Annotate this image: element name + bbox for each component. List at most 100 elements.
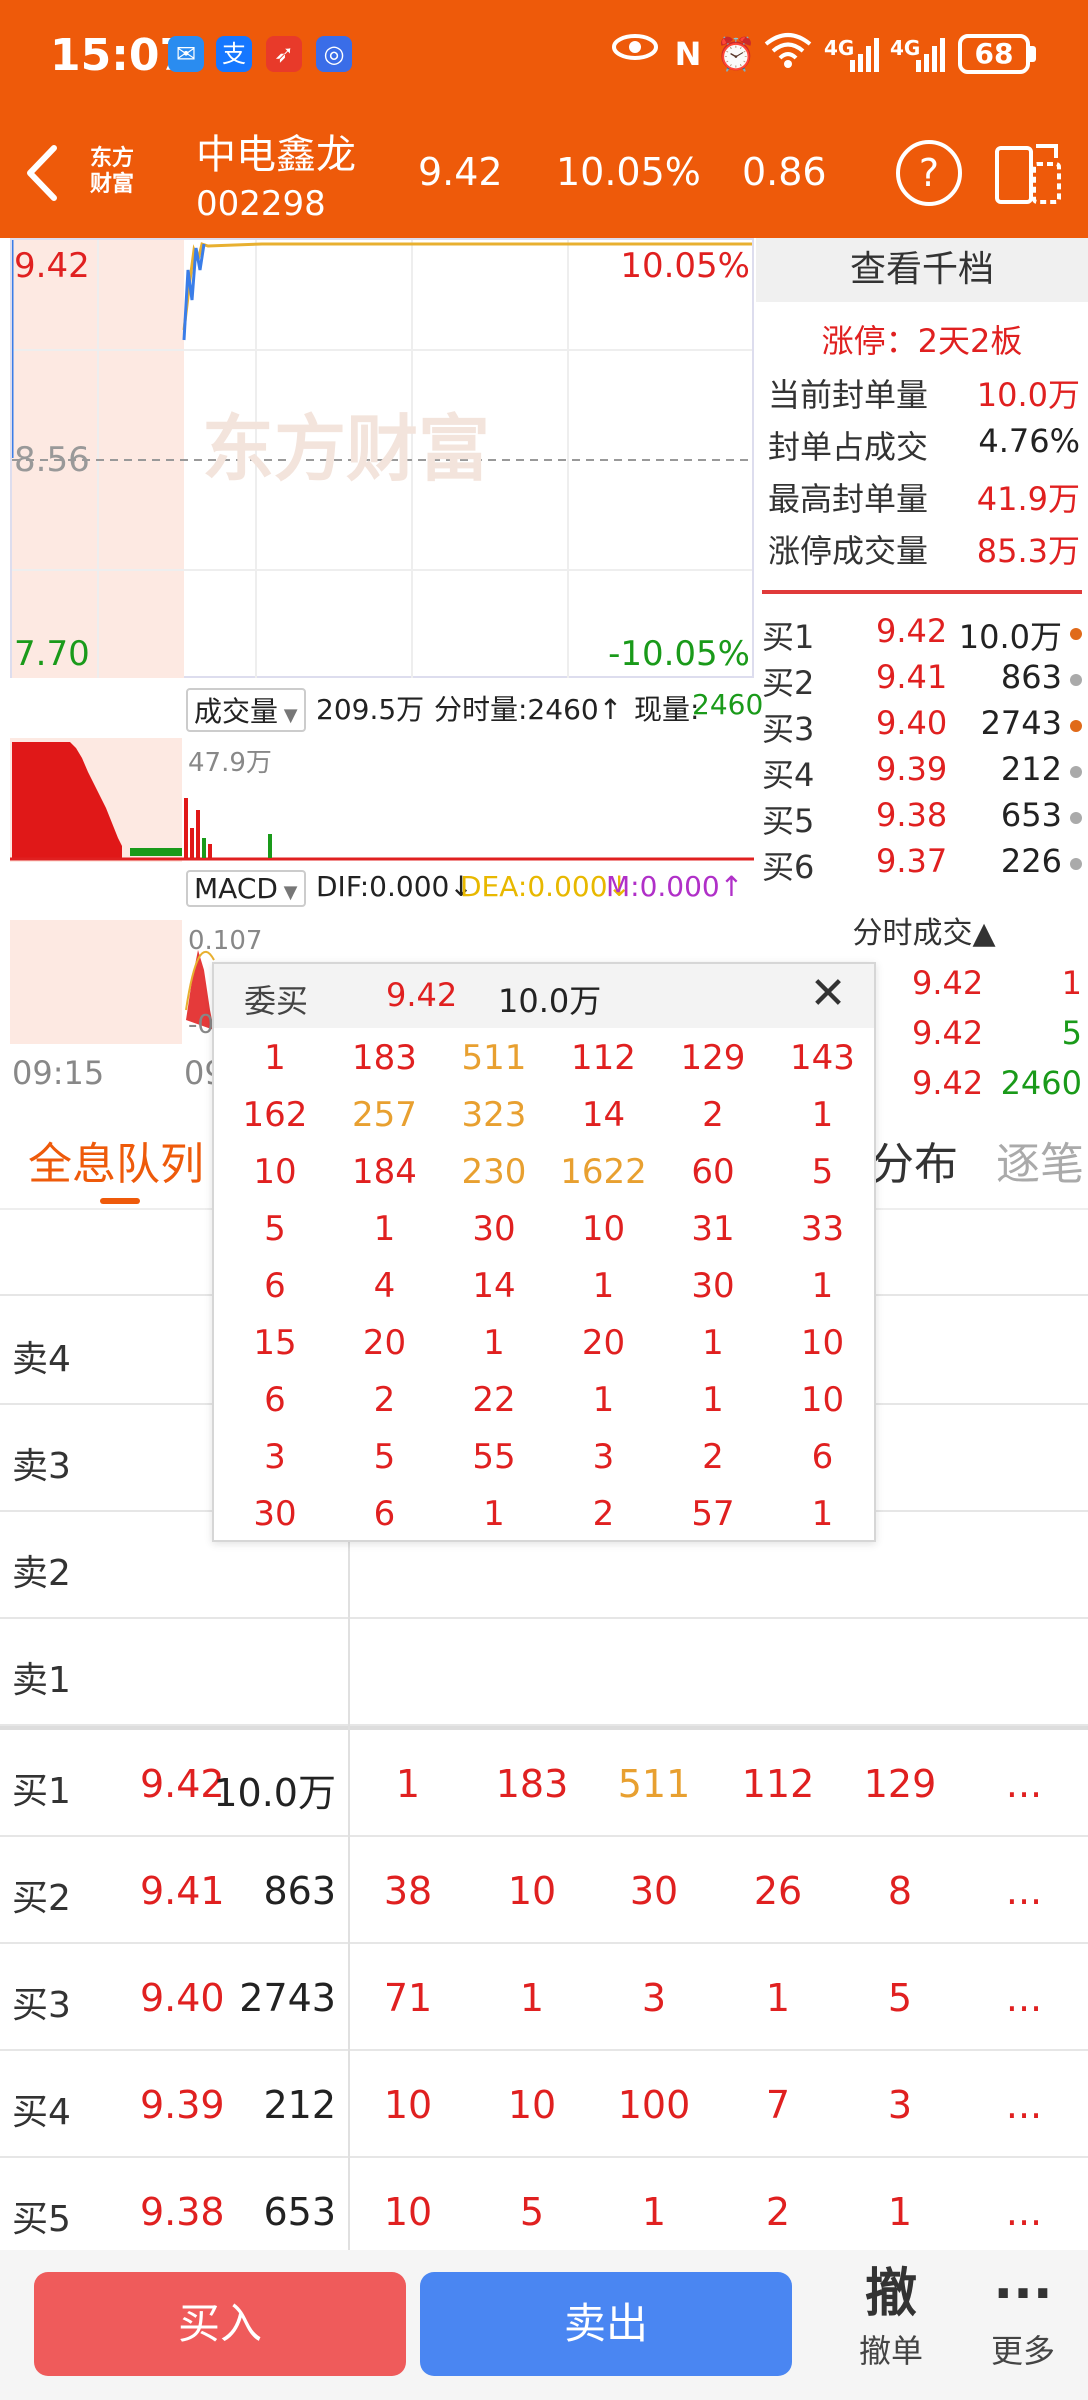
queue-price: 9.39 bbox=[140, 2083, 225, 2127]
queue-order: 2 bbox=[765, 2190, 791, 2234]
help-button[interactable]: ? bbox=[896, 140, 962, 206]
popup-label: 委买 bbox=[244, 982, 309, 1020]
queue-row-buy2[interactable]: 买2 9.41 863 38 10 30 26 8 ... bbox=[0, 1837, 1088, 1944]
queue-label: 卖1 bbox=[12, 1660, 71, 1701]
orderbook-row[interactable]: 买2 9.41 863 bbox=[762, 658, 1088, 704]
queue-row-buy3[interactable]: 买3 9.40 2743 71 1 3 1 5 ... bbox=[0, 1944, 1088, 2051]
chart-high-price: 9.42 bbox=[14, 246, 90, 286]
macd-indicator-select[interactable]: MACD ▼ bbox=[186, 870, 306, 907]
chevron-down-icon: ▼ bbox=[278, 705, 298, 726]
header-change: 0.86 bbox=[742, 150, 827, 194]
seal-label: 当前封单量 bbox=[768, 376, 929, 414]
bank-app-icon: ◎ bbox=[316, 36, 352, 72]
tab-tick-by-tick[interactable]: 逐笔 bbox=[996, 1128, 1084, 1192]
popup-order-cell: 31 bbox=[691, 1209, 735, 1249]
queue-order: 7 bbox=[765, 2083, 791, 2127]
back-button[interactable] bbox=[14, 138, 74, 208]
split-screen-button[interactable] bbox=[994, 142, 1062, 206]
chart-low-price: 7.70 bbox=[14, 634, 90, 674]
popup-order-cell: 20 bbox=[362, 1323, 407, 1363]
popup-order-cell: 4 bbox=[373, 1266, 396, 1306]
queue-label: 卖2 bbox=[12, 1553, 71, 1594]
queue-order: 10 bbox=[507, 2083, 557, 2127]
popup-order-grid: 1 183 511 112 129 143 162 257 323 14 2 1 10 184 230 162… bbox=[214, 1028, 874, 1540]
chart-watermark: 东方财富 bbox=[202, 407, 491, 491]
popup-order-cell: 2 bbox=[592, 1494, 615, 1534]
queue-more[interactable]: ... bbox=[964, 1762, 1084, 1806]
seal-label: 封单占成交 bbox=[768, 428, 929, 466]
orderbook-label: 买2 bbox=[762, 664, 815, 702]
popup-order-cell: 30 bbox=[691, 1266, 735, 1306]
orderbook-row[interactable]: 买4 9.39 212 bbox=[762, 750, 1088, 796]
seal-label: 涨停成交量 bbox=[768, 532, 929, 570]
close-icon[interactable]: ✕ bbox=[806, 972, 850, 1016]
popup-order-cell: 6 bbox=[811, 1437, 834, 1477]
queue-label: 买2 bbox=[12, 1878, 71, 1919]
popup-order-cell: 162 bbox=[242, 1095, 308, 1135]
volume-chart bbox=[10, 738, 754, 862]
queue-label: 买1 bbox=[12, 1771, 71, 1812]
wifi-icon bbox=[762, 32, 814, 76]
sell-button[interactable]: 卖出 bbox=[420, 2272, 792, 2376]
queue-row-buy5[interactable]: 买5 9.38 653 10 5 1 2 1 ... bbox=[0, 2158, 1088, 2265]
queue-more[interactable]: ... bbox=[964, 1976, 1084, 2020]
volume-indicator-select[interactable]: 成交量 ▼ bbox=[186, 688, 306, 732]
stock-name: 中电鑫龙 bbox=[196, 132, 356, 178]
orderbook-price: 9.37 bbox=[876, 842, 948, 880]
orderbook-label: 买6 bbox=[762, 848, 815, 886]
header-price: 9.42 bbox=[418, 150, 503, 194]
message-app-icon: ✉ bbox=[168, 36, 204, 72]
popup-order-cell: 33 bbox=[800, 1209, 845, 1249]
orderbook-price: 9.42 bbox=[876, 612, 948, 650]
popup-order-cell: 10 bbox=[800, 1380, 845, 1420]
orderbook-row[interactable]: 买6 9.37 226 bbox=[762, 842, 1088, 888]
queue-more[interactable]: ... bbox=[964, 1869, 1084, 1913]
app-header: 15:07 ✉ 支 ➶ ◎ N ⏰ 4G 4G 68 东方 财富 中电鑫龙 00… bbox=[0, 0, 1088, 238]
popup-order-cell: 1622 bbox=[560, 1152, 647, 1192]
queue-label: 卖4 bbox=[12, 1339, 71, 1380]
queue-more[interactable]: ... bbox=[964, 2083, 1084, 2127]
time-sales-toggle[interactable]: 分时成交▲ bbox=[760, 908, 1088, 954]
orderbook-volume: 226 bbox=[1000, 842, 1062, 880]
orderbook-price: 9.38 bbox=[876, 796, 948, 834]
popup-order-cell: 30 bbox=[472, 1209, 516, 1249]
queue-price: 9.38 bbox=[140, 2190, 225, 2234]
queue-row-sell1[interactable]: 卖1 bbox=[0, 1619, 1088, 1726]
more-button[interactable]: ··· 更多 bbox=[968, 2262, 1078, 2392]
header-change-pct: 10.05% bbox=[556, 150, 701, 194]
tab-distribution[interactable]: 分布 bbox=[870, 1128, 958, 1192]
tab-full-queue[interactable]: 全息队列 bbox=[28, 1128, 204, 1192]
queue-order: 1 bbox=[887, 2190, 913, 2234]
queue-row-buy1[interactable]: 买1 9.42 10.0万 1 183 511 112 129 ... bbox=[0, 1730, 1088, 1837]
popup-order-cell: 6 bbox=[373, 1494, 396, 1534]
buy-button[interactable]: 买入 bbox=[34, 2272, 406, 2376]
popup-order-cell: 22 bbox=[472, 1380, 516, 1420]
total-volume: 209.5万 bbox=[316, 693, 425, 726]
panel-divider bbox=[762, 590, 1082, 594]
more-label: 更多 bbox=[990, 2332, 1055, 2370]
popup-order-cell: 257 bbox=[352, 1095, 417, 1135]
popup-order-cell: 2 bbox=[702, 1095, 724, 1135]
minute-volume: 分时量:2460↑ bbox=[434, 693, 623, 726]
orderbook-row[interactable]: 买3 9.40 2743 bbox=[762, 704, 1088, 750]
chart-low-pct: -10.05% bbox=[608, 634, 750, 674]
orderbook-volume: 863 bbox=[1000, 658, 1062, 696]
queue-order: 129 bbox=[863, 1762, 937, 1806]
queue-order: 1 bbox=[641, 2190, 667, 2234]
view-depth-button[interactable]: 查看千档 bbox=[756, 238, 1088, 302]
orderbook-row[interactable]: 买1 9.42 10.0万 bbox=[762, 612, 1088, 658]
popup-order-cell: 143 bbox=[790, 1038, 855, 1078]
macd-m: M:0.000↑ bbox=[606, 870, 744, 903]
orderbook-row[interactable]: 买5 9.38 653 bbox=[762, 796, 1088, 842]
popup-order-cell: 5 bbox=[811, 1152, 834, 1192]
queue-price: 9.40 bbox=[140, 1976, 225, 2020]
popup-order-cell: 5 bbox=[373, 1437, 396, 1477]
cancel-order-button[interactable]: 撤 撤单 bbox=[836, 2262, 946, 2392]
queue-more[interactable]: ... bbox=[964, 2190, 1084, 2234]
queue-row-buy4[interactable]: 买4 9.39 212 10 10 100 7 3 ... bbox=[0, 2051, 1088, 2158]
intraday-chart[interactable]: 东方财富 9.42 10.05% 8.56 7.70 -10.05% bbox=[10, 238, 754, 678]
popup-order-cell: 2 bbox=[373, 1380, 396, 1420]
app-notification-icon: ➶ bbox=[266, 36, 302, 72]
popup-order-cell: 3 bbox=[592, 1437, 615, 1477]
queue-order: 3 bbox=[887, 2083, 913, 2127]
